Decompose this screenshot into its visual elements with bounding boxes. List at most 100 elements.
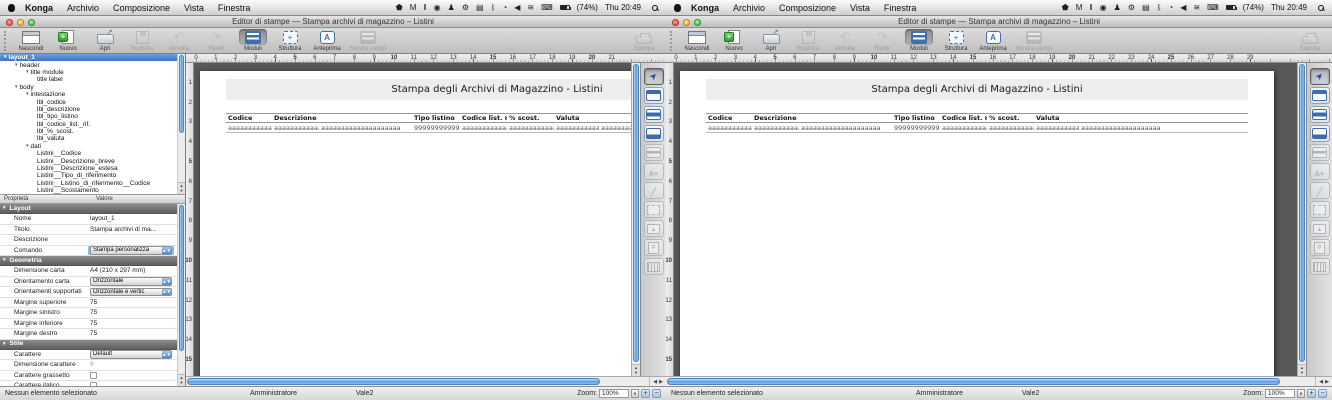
vertical-scrollbar[interactable]: ▲▼	[1297, 63, 1306, 376]
select-tool[interactable]	[644, 68, 664, 85]
user-menu-icon[interactable]: ♟	[448, 3, 455, 12]
tree-item-intestazione[interactable]: ▾intestazione	[0, 91, 185, 98]
footer-band-tool[interactable]	[1310, 125, 1330, 142]
footer-band-tool[interactable]	[644, 125, 664, 142]
orientamenti-supportati-select[interactable]: Orizzontale e vertic▲▼	[90, 288, 172, 297]
nascondi-button[interactable]: Nascondi	[17, 29, 45, 52]
user-menu-icon[interactable]: ♟	[1114, 3, 1121, 12]
vertical-scrollbar-buttons[interactable]: ▲▼	[1298, 364, 1306, 376]
horizontal-scrollbar-thumb[interactable]	[667, 378, 1280, 385]
zoom-in-button[interactable]: +	[1307, 389, 1316, 398]
vpn-shield-icon[interactable]: ⬟	[396, 3, 403, 12]
vpn-shield-icon[interactable]: ⬟	[1062, 3, 1069, 12]
properties-scrollbar[interactable]: ▲▼	[177, 204, 185, 386]
anteprima-button[interactable]: Anteprima	[313, 29, 341, 52]
header-band-tool[interactable]	[1310, 87, 1330, 104]
minimize-button[interactable]	[683, 19, 690, 26]
gear-icon[interactable]: ⚙	[462, 3, 469, 12]
display-icon[interactable]: ▤	[1142, 3, 1150, 12]
toolbar-drag-handle[interactable]	[670, 31, 673, 51]
document-page[interactable]: Stampa degli Archivi di Magazzino - List…	[680, 71, 1274, 376]
input-menu-icon[interactable]: ‖	[423, 3, 426, 12]
tree-item-title-label[interactable]: title label	[0, 76, 185, 83]
menu-item-finestra[interactable]: Finestra	[218, 3, 251, 13]
properties-scrollbar-buttons[interactable]: ▲▼	[178, 374, 185, 386]
menu-item-archivio[interactable]: Archivio	[733, 3, 765, 13]
vertical-scrollbar[interactable]: ▲▼	[631, 63, 640, 376]
menu-m-icon[interactable]: M	[1076, 3, 1083, 12]
horizontal-scrollbar-thumb[interactable]	[187, 378, 600, 385]
carattere-grassetto-checkbox[interactable]	[90, 372, 97, 379]
tree-item-lbl-scost[interactable]: lbl_%_scost.	[0, 128, 185, 135]
spotlight-icon[interactable]	[652, 5, 658, 11]
horizontal-scrollbar[interactable]: ◀▶	[186, 376, 666, 386]
apri-button[interactable]: Apri	[91, 29, 119, 52]
document-table[interactable]: CodiceDescrizioneTipo listinoCodice list…	[226, 113, 631, 133]
tree-item-listini-codice[interactable]: Listini__Codice	[0, 150, 185, 157]
wifi-icon[interactable]: ≋	[527, 3, 534, 12]
properties-scrollbar-thumb[interactable]	[179, 205, 184, 351]
tree-item-layout-1[interactable]: ▾layout_1	[0, 54, 185, 61]
document-page[interactable]: Stampa degli Archivi di Magazzino - List…	[200, 71, 631, 376]
tree-item-lbl-tipo-listino[interactable]: lbl_tipo_listino	[0, 113, 185, 120]
zoom-dropdown-button[interactable]: ▼	[631, 389, 639, 398]
apple-menu-icon[interactable]	[8, 4, 15, 12]
menu-item-composizione[interactable]: Composizione	[113, 3, 170, 13]
close-button[interactable]	[6, 19, 13, 26]
menu-item-finestra[interactable]: Finestra	[884, 3, 917, 13]
property-group-layout[interactable]: ▾Layout	[0, 204, 185, 214]
gear-icon[interactable]: ⚙	[1128, 3, 1135, 12]
body-band-tool[interactable]	[1310, 106, 1330, 123]
window-title-bar[interactable]: Editor di stampe — Stampa archivi di mag…	[666, 16, 1332, 28]
input-menu-icon[interactable]: ‖	[1089, 3, 1092, 12]
close-button[interactable]	[672, 19, 679, 26]
body-band-tool[interactable]	[644, 106, 664, 123]
time-machine-icon[interactable]: ◔	[502, 3, 507, 12]
menu-item-konga[interactable]: Konga	[691, 3, 719, 13]
sync-icon[interactable]: ◉	[434, 3, 441, 12]
moduli-button[interactable]: Moduli	[239, 29, 267, 52]
tree-item-listini-tipo-di-riferimento[interactable]: Listini__Tipo_di_riferimento	[0, 172, 185, 179]
zoom-out-button[interactable]: −	[1318, 389, 1327, 398]
struttura-button[interactable]: Struttura	[942, 29, 970, 52]
nuovo-button[interactable]: Nuovo	[54, 29, 82, 52]
property-group-geometria[interactable]: ▾Geometria	[0, 256, 185, 266]
toolbar-drag-handle[interactable]	[4, 31, 7, 51]
zoom-value-field[interactable]: 100%	[1265, 389, 1295, 398]
apri-button[interactable]: Apri	[757, 29, 785, 52]
tree-scrollbar-buttons[interactable]: ▲▼	[178, 182, 185, 194]
apple-menu-icon[interactable]	[674, 4, 681, 12]
spotlight-icon[interactable]	[1318, 5, 1324, 11]
tree-item-listini-descrizione-estesa[interactable]: Listini__Descrizione_estesa	[0, 165, 185, 172]
vertical-scrollbar-buttons[interactable]: ▲▼	[632, 364, 640, 376]
tree-item-body[interactable]: ▾body	[0, 84, 185, 91]
document-table[interactable]: CodiceDescrizioneTipo listinoCodice list…	[706, 113, 1248, 133]
menu-item-composizione[interactable]: Composizione	[779, 3, 836, 13]
bluetooth-icon[interactable]: ᛒ	[1157, 3, 1162, 12]
window-title-bar[interactable]: Editor di stampe — Stampa archivi di mag…	[0, 16, 666, 28]
zoom-value-field[interactable]: 100%	[599, 389, 629, 398]
property-group-stile[interactable]: ▾Stile	[0, 340, 185, 350]
tree-item-lbl-codice[interactable]: lbl_codice	[0, 98, 185, 105]
tree-item-listini-listino-di-riferimento-codice[interactable]: Listini__Listino_di_riferimento__Codice	[0, 180, 185, 187]
tree-item-title-module[interactable]: ▾title module	[0, 69, 185, 76]
vertical-scrollbar-thumb[interactable]	[633, 64, 639, 362]
horizontal-scrollbar-buttons[interactable]: ◀▶	[1315, 377, 1332, 386]
carattere-select[interactable]: Default▲▼	[90, 350, 172, 359]
page-canvas[interactable]: Stampa degli Archivi di Magazzino - List…	[674, 63, 1297, 376]
tree-item-lbl-descrizione[interactable]: lbl_descrizione	[0, 106, 185, 113]
header-band-tool[interactable]	[644, 87, 664, 104]
document-title-band[interactable]: Stampa degli Archivi di Magazzino - List…	[706, 79, 1248, 100]
anteprima-button[interactable]: Anteprima	[979, 29, 1007, 52]
comando-select[interactable]: Stampa personalizza▲▼	[90, 246, 172, 255]
nascondi-button[interactable]: Nascondi	[683, 29, 711, 52]
bluetooth-icon[interactable]: ᛒ	[491, 3, 496, 12]
select-tool[interactable]	[1310, 68, 1330, 85]
page-canvas[interactable]: Stampa degli Archivi di Magazzino - List…	[194, 63, 631, 376]
struttura-button[interactable]: Struttura	[276, 29, 304, 52]
display-icon[interactable]: ▤	[476, 3, 484, 12]
tree-scrollbar[interactable]: ▲▼	[177, 54, 185, 194]
keyboard-icon[interactable]: ⌨	[1207, 3, 1219, 12]
battery-icon[interactable]	[560, 5, 570, 10]
menu-clock[interactable]: Thu 20:49	[1271, 3, 1307, 12]
